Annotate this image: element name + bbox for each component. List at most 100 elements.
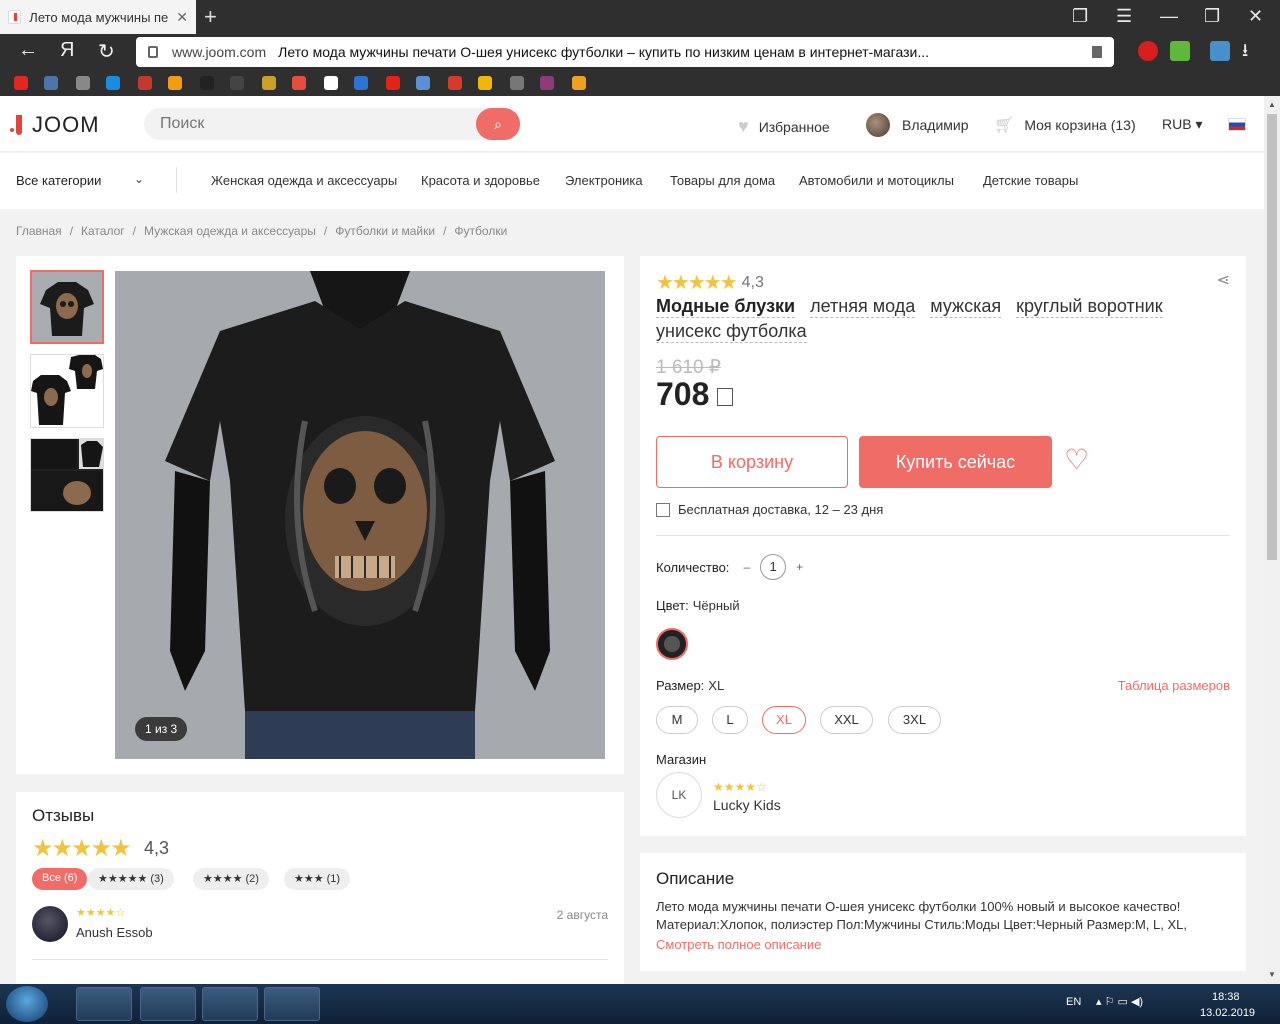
bookmark-yandex-icon[interactable] <box>14 76 28 90</box>
review-filter-all[interactable]: Все (6) <box>32 868 88 890</box>
bookmark-youtube-icon[interactable] <box>386 76 400 90</box>
bookmark-icon[interactable] <box>572 76 586 90</box>
page-scrollbar[interactable]: ▲ ▼ <box>1264 96 1280 984</box>
bookmark-icon[interactable] <box>138 76 152 90</box>
taskbar-yandex-browser-icon[interactable] <box>76 987 132 1021</box>
breadcrumb-link[interactable]: Каталог <box>81 224 125 238</box>
title-tag[interactable]: Модные блузки <box>656 295 796 318</box>
wishlist-heart-icon[interactable]: ♡ <box>1064 446 1089 474</box>
shop-name[interactable]: Lucky Kids <box>713 797 781 813</box>
bookmark-joom-icon[interactable] <box>324 76 338 90</box>
size-option[interactable]: XL <box>762 706 806 734</box>
quantity-stepper[interactable]: 1 <box>760 554 787 580</box>
taskbar-app-icon[interactable] <box>202 987 258 1021</box>
reload-icon[interactable]: ↻ <box>98 39 115 64</box>
url-field[interactable]: www.joom.com Лето мода мужчины печати О-… <box>136 37 1114 67</box>
start-button[interactable] <box>6 986 48 1022</box>
full-description-link[interactable]: Смотреть полное описание <box>656 937 821 952</box>
title-tag[interactable]: унисекс футболка <box>656 320 807 343</box>
bookmark-icon[interactable] <box>1092 46 1102 58</box>
bookmark-icon[interactable] <box>478 76 492 90</box>
category-link[interactable]: Товары для дома <box>670 173 775 188</box>
shop-avatar[interactable]: LK <box>656 772 702 818</box>
size-option[interactable]: M <box>656 706 698 734</box>
bookmark-mail-icon[interactable] <box>106 76 120 90</box>
bookmark-icon[interactable] <box>76 76 90 90</box>
back-icon[interactable]: ← <box>18 39 38 62</box>
minimize-icon[interactable]: — <box>1160 6 1178 27</box>
size-chart-link[interactable]: Таблица размеров <box>1118 678 1230 693</box>
adblock-icon[interactable] <box>1138 41 1158 61</box>
quantity-minus-button[interactable]: – <box>743 560 750 574</box>
review-filter-4[interactable]: ★★★★ (2) <box>193 868 269 890</box>
tray-icons[interactable]: ▴ ⚐ ▭ ◀) <box>1096 995 1143 1008</box>
bookmark-icon[interactable] <box>448 76 462 90</box>
bookmark-icon[interactable] <box>230 76 244 90</box>
size-option[interactable]: L <box>712 706 748 734</box>
screenshot-icon[interactable] <box>1210 41 1230 61</box>
scroll-down-icon[interactable]: ▼ <box>1268 970 1276 979</box>
add-to-cart-button[interactable]: В корзину <box>656 436 848 488</box>
gallery-thumbnail[interactable] <box>30 270 104 344</box>
category-link[interactable]: Электроника <box>565 173 643 188</box>
browser-tab[interactable]: Лето мода мужчины пе ✕ <box>0 0 196 34</box>
review-filter-3[interactable]: ★★★ (1) <box>284 868 351 890</box>
category-link[interactable]: Автомобили и мотоциклы <box>799 173 954 188</box>
bookmark-vk-icon[interactable] <box>44 76 58 90</box>
product-main-photo[interactable]: 1 из 3 <box>115 271 605 759</box>
download-manager-icon[interactable] <box>1170 41 1190 61</box>
bookmark-icon[interactable] <box>168 76 182 90</box>
taskbar-app-icon[interactable] <box>140 987 196 1021</box>
breadcrumb-link[interactable]: Футболки и майки <box>335 224 435 238</box>
chevron-down-icon[interactable]: ⌄ <box>134 172 144 186</box>
category-link[interactable]: Красота и здоровье <box>421 173 540 188</box>
size-option[interactable]: XXL <box>820 706 873 734</box>
bookmark-icon[interactable] <box>540 76 554 90</box>
quantity-plus-button[interactable]: + <box>796 560 803 574</box>
restore-icon[interactable]: ❐ <box>1204 6 1220 27</box>
russia-flag-icon[interactable] <box>1228 118 1246 131</box>
clock-time[interactable]: 18:38 <box>1212 991 1240 1003</box>
buy-now-button[interactable]: Купить сейчас <box>859 436 1052 488</box>
title-tag[interactable]: мужская <box>930 295 1002 318</box>
taskbar-app-icon[interactable] <box>264 987 320 1021</box>
size-option[interactable]: 3XL <box>888 706 941 734</box>
user-menu[interactable]: Владимир <box>866 113 969 137</box>
bookmark-icon[interactable] <box>416 76 430 90</box>
clock-date[interactable]: 13.02.2019 <box>1200 1007 1255 1019</box>
tabs-icon[interactable]: ❐ <box>1072 6 1088 27</box>
currency-select[interactable]: RUB ▾ <box>1162 116 1202 133</box>
title-tag[interactable]: летняя мода <box>810 295 916 318</box>
bookmark-icon[interactable] <box>354 76 368 90</box>
close-window-icon[interactable]: ✕ <box>1248 6 1263 27</box>
category-link[interactable]: Женская одежда и аксессуары <box>211 173 397 188</box>
search-input[interactable] <box>144 108 464 140</box>
favorites-link[interactable]: ♥ Избранное <box>738 116 830 137</box>
new-tab-icon[interactable]: + <box>204 4 217 30</box>
color-swatch[interactable] <box>656 628 688 660</box>
category-link[interactable]: Детские товары <box>983 173 1078 188</box>
cart-link[interactable]: 🛒︎ Моя корзина (13) <box>994 115 1136 135</box>
tab-close-icon[interactable]: ✕ <box>176 9 188 26</box>
breadcrumb-link[interactable]: Мужская одежда и аксессуары <box>144 224 316 238</box>
scroll-up-icon[interactable]: ▲ <box>1268 100 1276 109</box>
title-tag[interactable]: круглый воротник <box>1016 295 1163 318</box>
bookmark-icon[interactable] <box>262 76 276 90</box>
downloads-icon[interactable]: ⭳ <box>1242 38 1262 60</box>
language-indicator[interactable]: EN <box>1066 996 1081 1008</box>
all-categories[interactable]: Все категории <box>16 173 101 188</box>
gallery-thumbnail[interactable] <box>30 438 104 512</box>
bookmark-icon[interactable] <box>510 76 524 90</box>
breadcrumb-link[interactable]: Футболки <box>454 224 507 238</box>
joom-logo[interactable]: JOOM <box>10 112 100 138</box>
yandex-icon[interactable]: Я <box>60 39 74 62</box>
menu-icon[interactable]: ☰ <box>1116 6 1132 27</box>
search-icon[interactable]: ⌕ <box>476 108 520 140</box>
bookmark-icon[interactable] <box>200 76 214 90</box>
share-icon[interactable]: ⋖ <box>1217 270 1230 290</box>
scroll-thumb[interactable] <box>1267 114 1277 560</box>
breadcrumb-link[interactable]: Главная <box>16 224 62 238</box>
gallery-thumbnail[interactable] <box>30 354 104 428</box>
review-filter-5[interactable]: ★★★★★ (3) <box>88 868 174 890</box>
bookmark-icon[interactable] <box>292 76 306 90</box>
